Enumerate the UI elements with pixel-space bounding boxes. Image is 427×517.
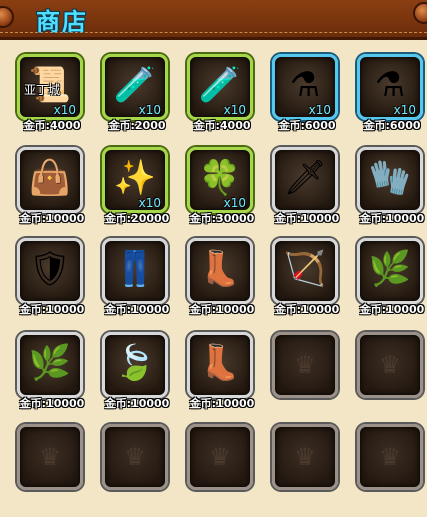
item-slot-frame[interactable]: 👢 xyxy=(187,332,253,398)
shop-item[interactable]: 👜 金币:10000 xyxy=(5,135,91,227)
empty-shop-slot xyxy=(345,320,427,412)
item-slot-frame[interactable]: ✨ x10 xyxy=(102,147,168,213)
item-slot-frame[interactable]: 🛡 xyxy=(17,238,83,304)
pants-icon: 👖 xyxy=(113,249,157,289)
shop-item[interactable]: ⚗ x10 金币:6000 xyxy=(345,42,427,134)
item-price: 金币:10000 xyxy=(19,303,85,316)
sword-icon: 🗡 xyxy=(283,158,327,198)
item-quantity: x10 xyxy=(223,196,246,210)
armor-icon: 🛡 xyxy=(28,249,72,289)
item-slot-frame[interactable]: 🍃 xyxy=(102,332,168,398)
item-slot-frame[interactable]: 👜 xyxy=(17,147,83,213)
shop-item[interactable]: 🌿 金币:10000 xyxy=(345,226,427,318)
item-slot-frame[interactable]: 🏹 xyxy=(272,238,338,304)
shop-item[interactable]: 🧪 x10 金币:2000 xyxy=(90,42,176,134)
item-price: 金币:10000 xyxy=(274,303,340,316)
pink-potion-icon: ⚗ xyxy=(289,65,321,105)
shop-item[interactable]: 🍃 金币:10000 xyxy=(90,320,176,412)
shop-item[interactable]: 🧤 金币:10000 xyxy=(345,135,427,227)
empty-shop-slot xyxy=(345,412,427,504)
item-slot-frame[interactable]: 👖 xyxy=(102,238,168,304)
shop-item[interactable]: 🛡 金币:10000 xyxy=(5,226,91,318)
leaf-cloak-icon: 🍃 xyxy=(113,343,157,383)
item-slot-frame xyxy=(102,424,168,490)
item-slot-frame xyxy=(272,332,338,398)
shop-header: 商店 xyxy=(0,0,427,40)
boots-icon: 👢 xyxy=(198,249,242,289)
item-slot-frame xyxy=(17,424,83,490)
item-price: 金币:30000 xyxy=(189,212,255,225)
shop-item[interactable]: ✨ x10 金币:20000 xyxy=(90,135,176,227)
shop-item[interactable]: 🍀 x10 金币:30000 xyxy=(175,135,261,227)
item-slot-frame xyxy=(187,424,253,490)
bow-icon: 🏹 xyxy=(283,249,327,289)
item-slot-frame xyxy=(357,424,423,490)
item-slot-frame[interactable]: 🧪 x10 xyxy=(187,54,253,120)
empty-shop-slot xyxy=(175,412,261,504)
item-quantity: x10 xyxy=(393,103,416,117)
header-left-ornament xyxy=(0,6,14,28)
shop-item[interactable]: 👖 金币:10000 xyxy=(90,226,176,318)
item-price: 金币:4000 xyxy=(193,119,251,132)
bag-icon: 👜 xyxy=(28,158,72,198)
item-price: 金币:10000 xyxy=(189,397,255,410)
shop-item[interactable]: 🧪 x10 金币:4000 xyxy=(175,42,261,134)
empty-shop-slot xyxy=(260,320,346,412)
item-slot-frame[interactable]: 🗡 xyxy=(272,147,338,213)
item-overlay-label: 亚丁城 xyxy=(24,83,61,97)
shop-item[interactable]: 👢 金币:10000 xyxy=(175,320,261,412)
item-price: 金币:10000 xyxy=(359,303,425,316)
item-quantity: x10 xyxy=(138,196,161,210)
empty-shop-slot xyxy=(260,412,346,504)
empty-shop-slot xyxy=(90,412,176,504)
item-slot-frame[interactable]: 📜 亚丁城 x10 xyxy=(17,54,83,120)
shop-item[interactable]: 🌿 金币:10000 xyxy=(5,320,91,412)
item-quantity: x10 xyxy=(223,103,246,117)
item-slot-frame xyxy=(357,332,423,398)
page-title: 商店 xyxy=(36,8,88,36)
item-price: 金币:6000 xyxy=(278,119,336,132)
item-quantity: x10 xyxy=(53,103,76,117)
item-slot-frame xyxy=(272,424,338,490)
item-price: 金币:10000 xyxy=(104,397,170,410)
shop-item[interactable]: 🗡 金币:10000 xyxy=(260,135,346,227)
shop-item[interactable]: ⚗ x10 金币:6000 xyxy=(260,42,346,134)
item-price: 金币:10000 xyxy=(359,212,425,225)
item-price: 金币:10000 xyxy=(19,397,85,410)
green-gem-icon: 🍀 xyxy=(198,158,242,198)
item-price: 金币:10000 xyxy=(189,303,255,316)
shop-item[interactable]: 📜 亚丁城 x10 金币:4000 xyxy=(5,42,91,134)
item-quantity: x10 xyxy=(138,103,161,117)
leaf-boots-icon: 👢 xyxy=(198,343,242,383)
item-slot-frame[interactable]: 🍀 x10 xyxy=(187,147,253,213)
shop-item[interactable]: 👢 金币:10000 xyxy=(175,226,261,318)
gloves-icon: 🧤 xyxy=(368,158,412,198)
item-price: 金币:10000 xyxy=(19,212,85,225)
leaf-armor-icon: 🌿 xyxy=(28,343,72,383)
item-slot-frame[interactable]: 🌿 xyxy=(17,332,83,398)
glowing-orb-icon: ✨ xyxy=(113,158,157,198)
item-slot-frame[interactable]: ⚗ x10 xyxy=(272,54,338,120)
item-slot-frame[interactable]: 👢 xyxy=(187,238,253,304)
item-slot-frame[interactable]: 🧪 x10 xyxy=(102,54,168,120)
item-slot-frame[interactable]: 🧤 xyxy=(357,147,423,213)
blue-potion-icon: 🧪 xyxy=(198,65,242,105)
item-quantity: x10 xyxy=(308,103,331,117)
empty-shop-slot xyxy=(5,412,91,504)
header-right-ornament xyxy=(413,2,427,24)
item-price: 金币:4000 xyxy=(23,119,81,132)
shop-item[interactable]: 🏹 金币:10000 xyxy=(260,226,346,318)
leaf-gloves-icon: 🌿 xyxy=(368,249,412,289)
red-potion-icon: 🧪 xyxy=(113,65,157,105)
item-slot-frame[interactable]: 🌿 xyxy=(357,238,423,304)
item-slot-frame[interactable]: ⚗ x10 xyxy=(357,54,423,120)
item-price: 金币:6000 xyxy=(363,119,421,132)
item-price: 金币:10000 xyxy=(274,212,340,225)
item-price: 金币:2000 xyxy=(108,119,166,132)
blue-flask-icon: ⚗ xyxy=(374,65,406,105)
item-price: 金币:20000 xyxy=(104,212,170,225)
item-price: 金币:10000 xyxy=(104,303,170,316)
